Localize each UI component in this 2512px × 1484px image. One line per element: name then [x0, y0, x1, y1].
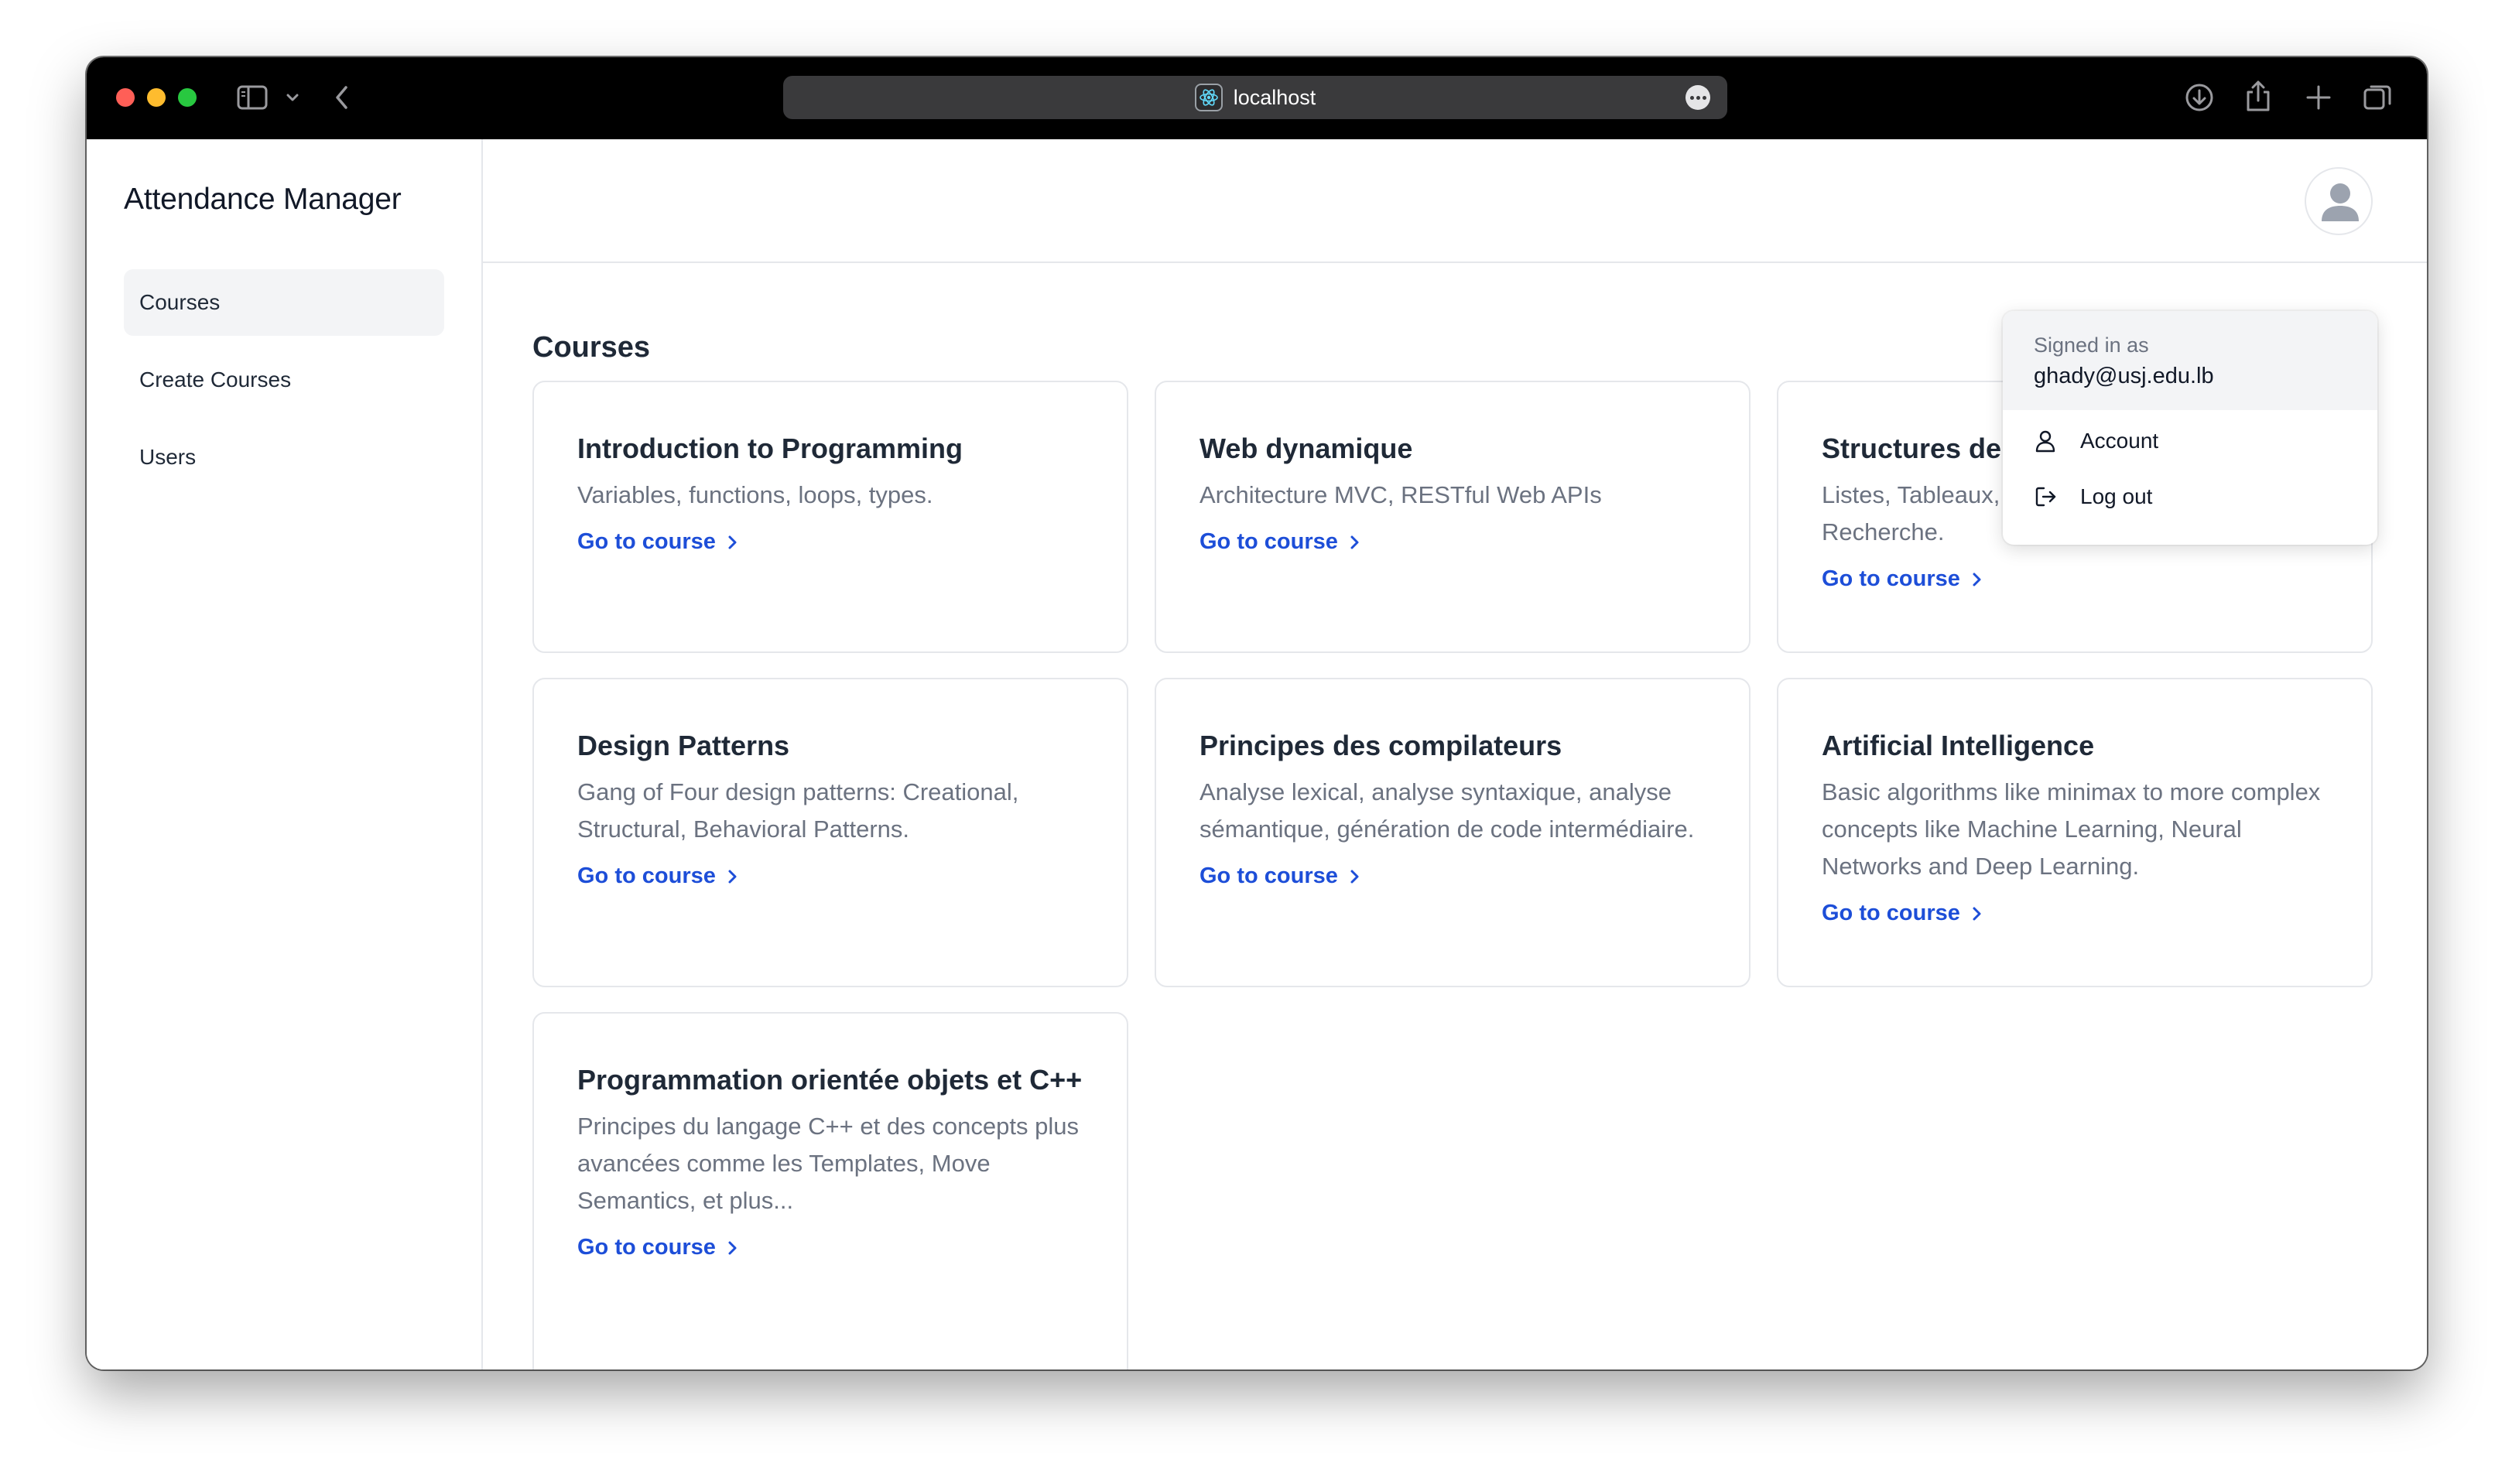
sidebar-item-courses[interactable]: Courses	[124, 269, 444, 336]
menu-item-label: Account	[2080, 429, 2159, 453]
sidebar-item-users[interactable]: Users	[124, 424, 444, 491]
course-card: Artificial Intelligence Basic algorithms…	[1777, 678, 2373, 987]
go-to-course-link[interactable]: Go to course	[1200, 863, 1360, 889]
page-title: Courses	[532, 331, 651, 364]
close-window-button[interactable]	[116, 88, 135, 107]
course-title: Introduction to Programming	[577, 433, 963, 464]
avatar-icon	[2322, 183, 2359, 221]
course-card: Programmation orientée objets et C++ Pri…	[532, 1012, 1128, 1369]
sidebar-toggle-icon[interactable]	[237, 84, 268, 111]
go-to-course-label: Go to course	[577, 863, 716, 888]
course-card: Web dynamique Architecture MVC, RESTful …	[1155, 381, 1751, 653]
user-menu-dropdown: Signed in as ghady@usj.edu.lb Account Lo…	[2003, 311, 2377, 545]
signed-in-label: Signed in as	[2034, 333, 2149, 357]
chevron-right-icon	[1973, 573, 1981, 586]
go-to-course-link[interactable]: Go to course	[577, 1235, 738, 1260]
chevron-right-icon	[1350, 535, 1359, 549]
go-to-course-link[interactable]: Go to course	[577, 529, 738, 555]
browser-window: localhost Attendance Manager Courses Cre…	[87, 57, 2427, 1369]
course-description: Variables, functions, loops, types.	[577, 481, 933, 508]
course-title: Design Patterns	[577, 730, 790, 761]
user-icon	[2035, 430, 2055, 453]
app-title: Attendance Manager	[124, 183, 402, 216]
url-text: localhost	[1233, 85, 1316, 109]
go-to-course-link[interactable]: Go to course	[1822, 566, 1982, 592]
more-options-icon[interactable]	[1686, 85, 1710, 110]
chevron-right-icon	[1350, 870, 1359, 883]
sidebar: Attendance Manager Courses Create Course…	[87, 139, 483, 1369]
menu-item-label: Log out	[2080, 484, 2153, 508]
go-to-course-label: Go to course	[1822, 566, 1960, 591]
course-description: Gang of Four design patterns: Creational…	[577, 778, 1019, 843]
course-card: Design Patterns Gang of Four design patt…	[532, 678, 1128, 987]
browser-toolbar: localhost	[87, 57, 2427, 139]
signed-in-header: Signed in as ghady@usj.edu.lb	[2003, 311, 2377, 410]
tab-overview-icon[interactable]	[2362, 82, 2393, 113]
course-description: Principes du langage C++ et des concepts…	[577, 1113, 1079, 1214]
go-to-course-label: Go to course	[1200, 863, 1338, 888]
sidebar-item-create-courses[interactable]: Create Courses	[124, 347, 444, 413]
go-to-course-link[interactable]: Go to course	[577, 863, 738, 889]
chevron-right-icon	[1973, 907, 1981, 920]
app-root: Attendance Manager Courses Create Course…	[87, 139, 2427, 1369]
main-header	[483, 139, 2427, 263]
go-to-course-link[interactable]: Go to course	[1822, 901, 1982, 926]
menu-item-logout[interactable]: Log out	[2034, 484, 2152, 509]
download-icon[interactable]	[2184, 82, 2215, 113]
chevron-down-icon[interactable]	[285, 91, 300, 104]
course-title: Web dynamique	[1200, 433, 1413, 464]
sidebar-item-label: Courses	[139, 290, 221, 314]
address-bar[interactable]: localhost	[783, 76, 1727, 119]
user-avatar-button[interactable]	[2305, 167, 2373, 235]
minimize-window-button[interactable]	[147, 88, 166, 107]
user-email: ghady@usj.edu.lb	[2034, 364, 2214, 388]
go-to-course-label: Go to course	[1200, 529, 1338, 554]
course-title: Programmation orientée objets et C++	[577, 1064, 1083, 1096]
course-card: Principes des compilateurs Analyse lexic…	[1155, 678, 1751, 987]
course-card: Introduction to Programming Variables, f…	[532, 381, 1128, 653]
chevron-right-icon	[728, 1241, 737, 1254]
course-description: Analyse lexical, analyse syntaxique, ana…	[1200, 778, 1695, 843]
course-description: Basic algorithms like minimax to more co…	[1822, 778, 2321, 880]
course-title: Artificial Intelligence	[1822, 730, 2095, 761]
new-tab-icon[interactable]	[2305, 84, 2332, 111]
go-to-course-link[interactable]: Go to course	[1200, 529, 1360, 555]
sidebar-item-label: Create Courses	[139, 368, 292, 392]
react-favicon-icon	[1194, 84, 1223, 111]
zoom-window-button[interactable]	[178, 88, 197, 107]
course-description: Architecture MVC, RESTful Web APIs	[1200, 481, 1602, 508]
go-to-course-label: Go to course	[577, 1235, 716, 1260]
logout-icon	[2035, 487, 2056, 507]
chevron-right-icon	[728, 870, 737, 883]
course-title: Principes des compilateurs	[1200, 730, 1562, 761]
sidebar-item-label: Users	[139, 445, 197, 469]
chevron-right-icon	[728, 535, 737, 549]
share-icon[interactable]	[2244, 79, 2272, 113]
go-to-course-label: Go to course	[577, 529, 716, 554]
back-icon[interactable]	[333, 84, 351, 111]
menu-item-account[interactable]: Account	[2034, 429, 2158, 453]
go-to-course-label: Go to course	[1822, 901, 1960, 925]
